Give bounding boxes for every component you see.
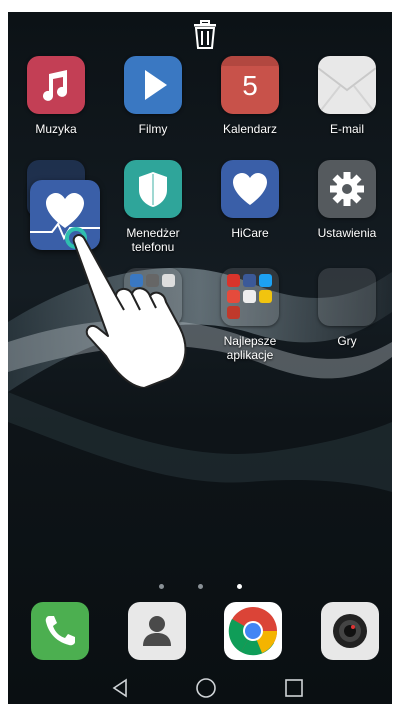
app-label: HiCare: [231, 226, 269, 240]
app-label: E-mail: [329, 122, 364, 136]
app-label: Kalendarz: [222, 122, 278, 136]
dock-contacts[interactable]: [128, 602, 186, 660]
app-filmy[interactable]: Filmy: [108, 56, 198, 136]
chrome-icon: [228, 607, 277, 656]
page-indicator: [8, 576, 392, 594]
calendar-icon: 5: [221, 56, 279, 114]
app-label: Muzyka: [35, 122, 77, 136]
recents-icon[interactable]: [282, 676, 306, 700]
navigation-bar: [8, 672, 392, 704]
gear-icon: [318, 160, 376, 218]
app-email[interactable]: E-mail: [302, 56, 392, 136]
folder-icon: [221, 268, 279, 326]
folder-najlepsze-aplikacje[interactable]: Najlepsze aplikacje: [205, 268, 295, 362]
contacts-icon: [143, 616, 171, 646]
dock-browser[interactable]: [224, 602, 282, 660]
trash-icon[interactable]: [192, 20, 218, 50]
app-hicare[interactable]: HiCare: [205, 160, 295, 240]
app-ustawienia[interactable]: Ustawienia: [302, 160, 392, 240]
folder-label: Gry: [337, 334, 357, 348]
folder-gry[interactable]: Gry: [302, 268, 392, 348]
calendar-day: 5: [242, 70, 258, 101]
music-note-icon: [27, 56, 85, 114]
heart-icon: [221, 160, 279, 218]
shield-icon: [124, 160, 182, 218]
envelope-icon: [318, 56, 376, 114]
phone-icon: [45, 616, 75, 646]
page-dot-active[interactable]: [236, 584, 242, 589]
camera-icon: [333, 614, 367, 648]
play-icon: [124, 56, 182, 114]
dock-phone[interactable]: [31, 602, 89, 660]
home-icon[interactable]: [194, 676, 218, 700]
page-dot[interactable]: [158, 584, 164, 589]
app-label: Filmy: [138, 122, 168, 136]
app-label: Ustawienia: [317, 226, 377, 240]
app-kalendarz[interactable]: 5 Kalendarz: [205, 56, 295, 136]
dock-camera[interactable]: [321, 602, 379, 660]
home-screen: Muzyka Filmy 5 Kalendarz E-mail Menedżer…: [8, 12, 392, 704]
drag-hand-icon: [65, 227, 187, 388]
folder-icon: [318, 268, 376, 326]
back-icon[interactable]: [108, 676, 132, 700]
folder-label: Najlepsze aplikacje: [223, 334, 277, 362]
app-muzyka[interactable]: Muzyka: [11, 56, 101, 136]
page-dot[interactable]: [197, 584, 203, 589]
